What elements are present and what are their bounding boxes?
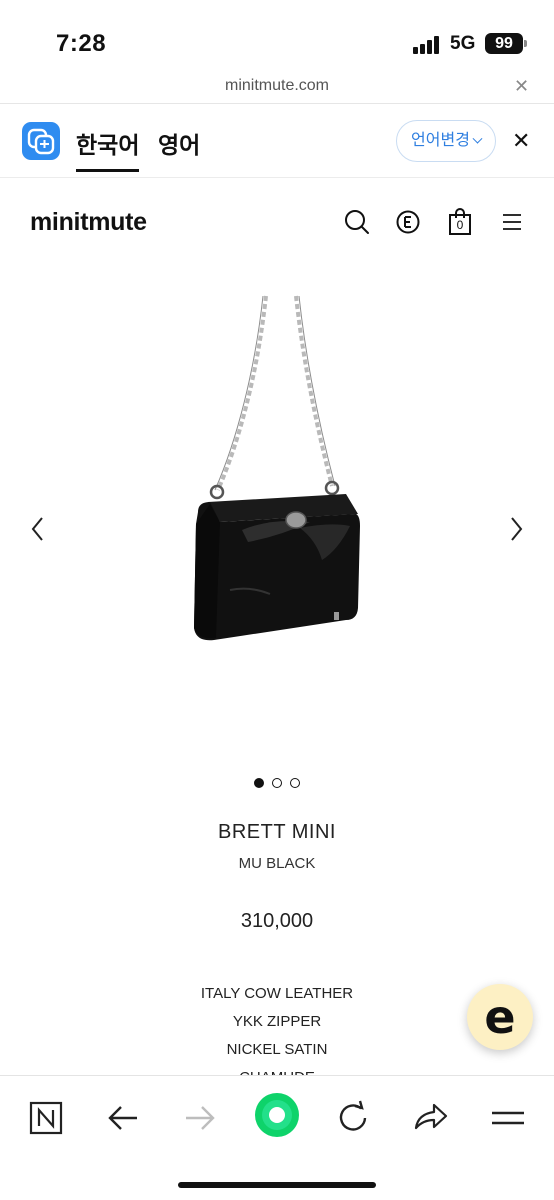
- chevron-down-icon: [472, 133, 483, 144]
- network-type: 5G: [450, 33, 476, 54]
- status-bar: 7:28 5G 99: [0, 0, 554, 70]
- browser-toolbar: [0, 1075, 554, 1200]
- menu-icon[interactable]: [486, 1096, 530, 1140]
- cart-count: 0: [456, 218, 464, 232]
- back-arrow-icon[interactable]: [101, 1096, 145, 1140]
- tab-korean[interactable]: 한국어: [76, 126, 140, 172]
- search-icon[interactable]: [344, 208, 370, 236]
- share-icon[interactable]: [408, 1096, 452, 1140]
- tab-english[interactable]: 영어: [158, 126, 200, 160]
- close-icon[interactable]: ✕: [512, 128, 530, 154]
- status-time: 7:28: [56, 30, 107, 57]
- translate-bar: 한국어 영어 언어변경 ✕: [0, 104, 554, 178]
- battery-indicator: 99: [485, 33, 523, 54]
- carousel-next-arrow-icon[interactable]: [506, 514, 526, 544]
- refresh-icon[interactable]: [331, 1096, 375, 1140]
- floating-button-label: e: [484, 990, 516, 1044]
- carousel-dot[interactable]: [272, 778, 282, 788]
- floating-chat-button[interactable]: e: [467, 984, 533, 1050]
- product-price: 310,000: [240, 910, 314, 932]
- home-indicator: [178, 1182, 376, 1188]
- green-home-icon[interactable]: [253, 1091, 301, 1139]
- url-text[interactable]: minitmute.com: [0, 77, 554, 95]
- papago-translate-icon: [22, 122, 60, 160]
- carousel-dot[interactable]: [290, 778, 300, 788]
- carousel-prev-arrow-icon[interactable]: [28, 514, 48, 544]
- naver-n-icon[interactable]: [24, 1096, 68, 1140]
- site-logo[interactable]: minitmute: [30, 208, 147, 237]
- menu-icon[interactable]: [502, 212, 522, 232]
- product-color: MU BLACK: [238, 855, 316, 872]
- change-language-label: 언어변경: [411, 132, 470, 149]
- e-circle-icon[interactable]: [396, 210, 420, 234]
- shopping-bag-icon[interactable]: 0: [448, 208, 472, 236]
- carousel-dot[interactable]: [254, 778, 264, 788]
- black-leather-chain-bag-image[interactable]: [150, 290, 404, 650]
- signal-strength-icon: [413, 36, 443, 54]
- url-bar[interactable]: minitmute.com ✕: [0, 70, 554, 104]
- change-language-button[interactable]: 언어변경: [396, 120, 496, 162]
- carousel-pagination: [254, 778, 304, 790]
- forward-arrow-icon[interactable]: [178, 1096, 222, 1140]
- close-icon[interactable]: ✕: [514, 76, 529, 97]
- product-name: BRETT MINI: [218, 821, 336, 843]
- battery-tip: [524, 40, 527, 47]
